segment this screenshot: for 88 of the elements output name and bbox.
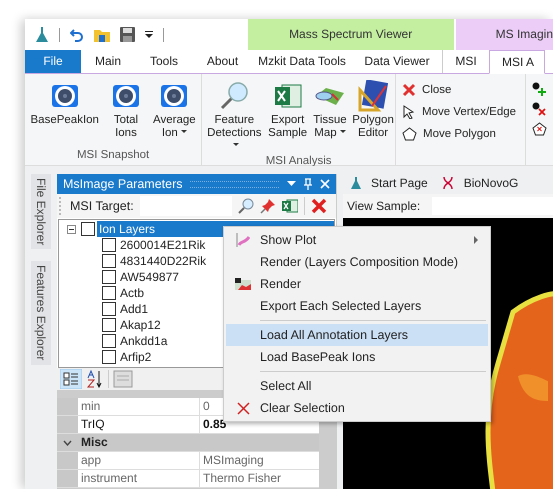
menu-item[interactable]: Clear Selection xyxy=(226,397,488,419)
ribbon-button[interactable]: Total Ions xyxy=(104,80,148,147)
view-sample-label: View Sample: xyxy=(347,199,420,213)
ribbon-button[interactable]: Average Ion xyxy=(151,80,198,147)
ribbon-tab[interactable]: Mzkit Data Tools xyxy=(252,50,352,73)
ribbon-button[interactable]: Move Polygon xyxy=(402,126,519,142)
tree-item[interactable]: Arfip2 xyxy=(118,349,154,365)
ribbon-tab[interactable]: Tools xyxy=(135,50,193,73)
ribbon-button[interactable]: Export Sample xyxy=(266,80,309,153)
checkbox[interactable] xyxy=(102,270,116,284)
ribbon-button[interactable]: Move Vertex/Edge xyxy=(402,104,519,120)
tree-item[interactable]: Akap12 xyxy=(118,317,163,333)
search-icon[interactable] xyxy=(238,198,254,214)
property-value[interactable]: 0.85 xyxy=(200,416,226,433)
property-value[interactable]: 0 xyxy=(200,398,210,415)
menu-item[interactable]: Export Each Selected Layers xyxy=(226,295,488,317)
target-label: MSI Target: xyxy=(70,199,134,213)
property-name: instrument xyxy=(78,470,200,487)
menu-item[interactable]: Load BasePeak Ions xyxy=(226,346,488,368)
pin-icon[interactable] xyxy=(260,198,276,214)
ribbon-tab[interactable]: MSI A xyxy=(489,50,546,74)
side-tab[interactable]: Features Explorer xyxy=(31,261,51,365)
add-point-icon[interactable] xyxy=(532,82,546,96)
close-icon[interactable] xyxy=(310,198,327,214)
checkbox[interactable] xyxy=(102,238,116,252)
menu-item[interactable]: Render (Layers Composition Mode) xyxy=(226,251,488,273)
ribbon-button[interactable]: Feature Detections xyxy=(202,80,266,153)
close-icon xyxy=(402,83,416,97)
pentagon-icon[interactable] xyxy=(532,122,547,136)
sort-alphabetical-icon[interactable] xyxy=(86,369,104,389)
undo-icon[interactable] xyxy=(70,28,84,42)
cursor-icon xyxy=(402,105,416,119)
ribbon-button[interactable]: Polygon Editor xyxy=(351,80,395,153)
tree-item[interactable]: Actb xyxy=(118,285,146,301)
property-name: TrIQ xyxy=(78,416,200,433)
dropdown-icon[interactable] xyxy=(145,31,153,38)
ribbon-tab[interactable]: Main xyxy=(81,50,135,73)
pentagon-icon xyxy=(402,127,418,141)
contextual-tab-group: MS Imagin xyxy=(456,19,553,50)
close-icon xyxy=(236,402,250,414)
menu-item[interactable]: Render xyxy=(226,273,488,295)
category-label: Misc xyxy=(80,434,108,451)
group-label: MSI Snapshot xyxy=(76,148,150,163)
property-name: min xyxy=(78,398,200,415)
checkbox[interactable] xyxy=(102,254,116,268)
property-value[interactable]: Thermo Fisher xyxy=(200,470,282,487)
dna-icon xyxy=(442,177,454,189)
save-icon[interactable] xyxy=(120,27,135,42)
tree-item[interactable]: Ankdd1a xyxy=(118,333,170,349)
picture-icon xyxy=(235,278,251,290)
side-tab[interactable]: File Explorer xyxy=(31,174,51,250)
checkbox[interactable] xyxy=(102,286,116,300)
magnifier-icon xyxy=(219,80,250,112)
property-name: app xyxy=(78,452,200,469)
ribbon-button[interactable]: BasePeakIon xyxy=(28,80,101,147)
pin-icon[interactable] xyxy=(304,178,312,190)
menu-item[interactable]: Load All Annotation Layers xyxy=(226,324,488,346)
tree-item[interactable]: 4831440D22Rik xyxy=(118,253,208,269)
panel-title: MsImage Parameters xyxy=(63,177,182,191)
tree-item[interactable]: 2600014E21Rik xyxy=(118,237,208,253)
tree-item[interactable]: AW549877 xyxy=(118,269,181,285)
expander-icon[interactable] xyxy=(63,440,72,446)
folder-icon[interactable] xyxy=(94,28,110,42)
ribbon-tab[interactable]: File xyxy=(25,50,81,73)
property-value[interactable]: MSImaging xyxy=(200,452,264,469)
document-tab[interactable]: Start Page xyxy=(351,176,428,190)
ribbon-button[interactable]: Close xyxy=(402,82,519,98)
categorized-view-icon[interactable] xyxy=(60,369,82,389)
chart-icon xyxy=(236,233,250,247)
checkbox[interactable] xyxy=(102,302,116,316)
checkbox[interactable] xyxy=(102,334,116,348)
contextual-tab-group: Mass Spectrum Viewer xyxy=(248,19,454,50)
tree-item[interactable]: Add1 xyxy=(118,301,150,317)
collapse-icon[interactable] xyxy=(67,224,79,234)
flask-icon[interactable] xyxy=(35,26,49,42)
group-label: MSI Analysis xyxy=(264,154,333,169)
checkbox[interactable] xyxy=(81,222,95,236)
ribbon-tab[interactable]: About xyxy=(193,50,252,73)
flask-icon xyxy=(351,177,361,189)
checkbox[interactable] xyxy=(102,318,116,332)
checkbox[interactable] xyxy=(102,350,116,364)
document-tab[interactable]: BioNovoG xyxy=(442,176,518,190)
spreadsheet-icon[interactable] xyxy=(282,198,298,214)
menu-item[interactable]: Select All xyxy=(226,375,488,397)
drafting-icon xyxy=(358,80,388,112)
delete-point-icon[interactable] xyxy=(532,102,546,116)
ribbon-tab[interactable]: Data Viewer xyxy=(352,50,442,73)
ribbon-button[interactable]: Tissue Map xyxy=(308,80,351,153)
